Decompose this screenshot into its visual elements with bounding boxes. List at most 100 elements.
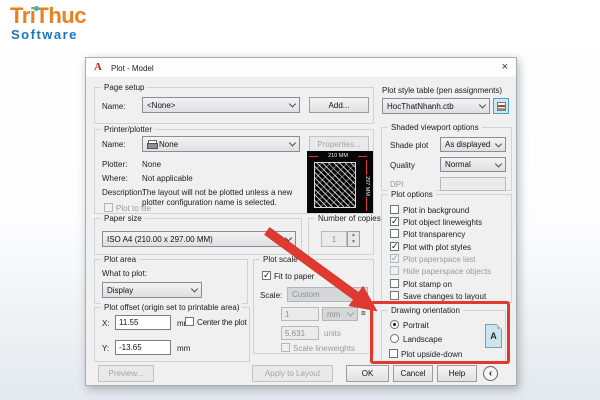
scale-select[interactable]: Custom <box>287 287 368 302</box>
stepper-up-icon[interactable]: ▲ <box>348 232 359 239</box>
plotter-value: None <box>142 160 162 169</box>
plot-to-file-checkbox[interactable] <box>104 203 113 212</box>
brand-i-dot-icon <box>34 6 39 11</box>
brand-subtitle: Software <box>11 27 78 42</box>
group-plot-scale-legend: Plot scale <box>260 255 301 264</box>
center-plot-checkbox[interactable] <box>185 317 194 326</box>
dpi-label: DPI <box>390 180 404 189</box>
offset-y-input[interactable]: -13.65 <box>115 340 171 355</box>
properties-button[interactable]: Properties... <box>309 136 369 152</box>
hide-paperspace-objects-checkbox[interactable] <box>390 266 399 275</box>
chevron-down-icon <box>356 289 365 298</box>
offset-y-unit: mm <box>177 344 191 353</box>
plot-in-background-label: Plot in background <box>403 206 470 215</box>
scale-lineweights-label: Scale lineweights <box>293 344 355 353</box>
printer-name-select[interactable]: None <box>142 136 300 152</box>
chevron-down-icon <box>494 159 503 168</box>
offset-x-label: X: <box>102 319 110 328</box>
help-button[interactable]: Help <box>437 365 477 382</box>
plot-transparency-checkbox[interactable] <box>390 229 399 238</box>
scale-label: Scale: <box>260 291 283 300</box>
hide-paperspace-objects-label: Hide paperspace objects <box>403 267 492 276</box>
plot-paperspace-last-checkbox[interactable] <box>390 253 399 264</box>
plot-with-plot-styles-label: Plot with plot styles <box>403 243 472 252</box>
close-icon[interactable]: × <box>502 62 508 73</box>
preview-button[interactable]: Preview... <box>98 365 154 382</box>
group-plot-offset: Plot offset (origin set to printable are… <box>94 303 250 362</box>
group-plot-options-legend: Plot options <box>388 190 436 199</box>
plot-stamp-on-checkbox[interactable] <box>390 279 399 288</box>
group-shaded-legend: Shaded viewport options <box>388 123 482 132</box>
where-value: Not applicable <box>142 174 193 183</box>
less-options-button[interactable]: ‹ <box>483 366 498 381</box>
edit-plot-style-button[interactable] <box>493 98 509 114</box>
scale-unit-select[interactable]: mm <box>322 307 358 321</box>
quality-label: Quality <box>390 161 415 170</box>
scale-numerator-input[interactable]: 1 <box>281 307 319 321</box>
paper-height-dimension: 297 MM <box>362 160 371 211</box>
dialog-title: Plot - Model <box>111 64 154 73</box>
shade-plot-label: Shade plot <box>390 141 429 150</box>
group-plot-offset-legend: Plot offset (origin set to printable are… <box>101 303 243 312</box>
chevron-down-icon <box>346 309 355 317</box>
stepper-down-icon[interactable]: ▼ <box>348 239 359 246</box>
group-copies: Number of copies 1 ▲ ▼ <box>308 214 384 255</box>
where-label: Where: <box>102 174 128 183</box>
printer-name-label: Name: <box>102 140 126 149</box>
edit-plot-style-icon <box>496 101 506 111</box>
scale-unit-value: mm <box>327 309 341 319</box>
dpi-input[interactable] <box>440 177 506 191</box>
paper-size-select[interactable]: ISO A4 (210.00 x 297.00 MM) <box>102 231 296 247</box>
chevron-down-icon <box>494 139 503 148</box>
description-label: Description: <box>102 188 145 197</box>
brand-title: TriThuc <box>10 3 86 28</box>
chevron-down-icon <box>284 234 293 242</box>
plot-object-lineweights-checkbox[interactable] <box>390 216 399 227</box>
scale-units-input[interactable]: 5.631 <box>281 326 319 340</box>
group-shaded-viewport: Shaded viewport options Shade plot As di… <box>381 123 512 191</box>
chevron-down-icon <box>190 285 199 293</box>
page-setup-name-label: Name: <box>102 102 126 111</box>
printer-icon <box>147 140 158 149</box>
plot-in-background-checkbox[interactable] <box>390 205 399 214</box>
plot-style-table-label: Plot style table (pen assignments) <box>382 86 503 95</box>
page-setup-name-value: <None> <box>147 100 176 110</box>
plot-stamp-on-label: Plot stamp on <box>403 280 452 289</box>
scale-lineweights-checkbox[interactable] <box>281 343 290 352</box>
group-paper-size-legend: Paper size <box>101 214 145 223</box>
paper-size-value: ISO A4 (210.00 x 297.00 MM) <box>107 234 213 244</box>
apply-to-layout-button[interactable]: Apply to Layout <box>252 365 333 382</box>
chevron-down-icon <box>288 139 297 147</box>
save-changes-to-layout-checkbox[interactable] <box>390 291 399 300</box>
brand-logo: TriThuc Software <box>10 3 86 42</box>
printer-name-value: None <box>159 139 179 149</box>
ok-button[interactable]: OK <box>346 365 389 382</box>
what-to-plot-select[interactable]: Display <box>102 282 202 298</box>
group-printer-legend: Printer/plotter <box>101 125 156 134</box>
plot-to-file-label: Plot to file <box>116 204 152 213</box>
plot-with-plot-styles-checkbox[interactable] <box>390 241 399 252</box>
shade-plot-select[interactable]: As displayed <box>440 137 506 152</box>
center-plot-label: Center the plot <box>197 318 247 327</box>
offset-x-input[interactable]: 11.55 <box>115 315 171 330</box>
add-page-setup-button[interactable]: Add... <box>309 97 369 113</box>
dialog-titlebar[interactable]: A Plot - Model × <box>86 58 516 78</box>
scale-units-label: units <box>324 329 341 338</box>
page-setup-name-select[interactable]: <None> <box>142 97 300 113</box>
scale-equals-sign: = <box>361 309 366 318</box>
copies-input[interactable]: 1 <box>321 231 347 247</box>
quality-select[interactable]: Normal <box>440 157 506 172</box>
group-plot-area-legend: Plot area <box>101 255 140 264</box>
cancel-button[interactable]: Cancel <box>393 365 433 382</box>
what-to-plot-value: Display <box>107 285 134 295</box>
fit-to-paper-checkbox[interactable] <box>262 270 271 281</box>
autocad-icon: A <box>94 61 102 73</box>
plot-transparency-label: Plot transparency <box>403 230 466 239</box>
plot-object-lineweights-label: Plot object lineweights <box>403 218 483 227</box>
plot-style-select[interactable]: HocThatNhanh.ctb <box>382 98 490 114</box>
copies-stepper[interactable]: ▲ ▼ <box>347 231 360 247</box>
shade-plot-value: As displayed <box>445 140 491 149</box>
paper-preview-thumbnail: 210 MM 297 MM <box>307 151 373 213</box>
screenshot-stage: TriThuc Software A Plot - Model × Page s… <box>0 0 600 400</box>
quality-value: Normal <box>445 160 471 169</box>
